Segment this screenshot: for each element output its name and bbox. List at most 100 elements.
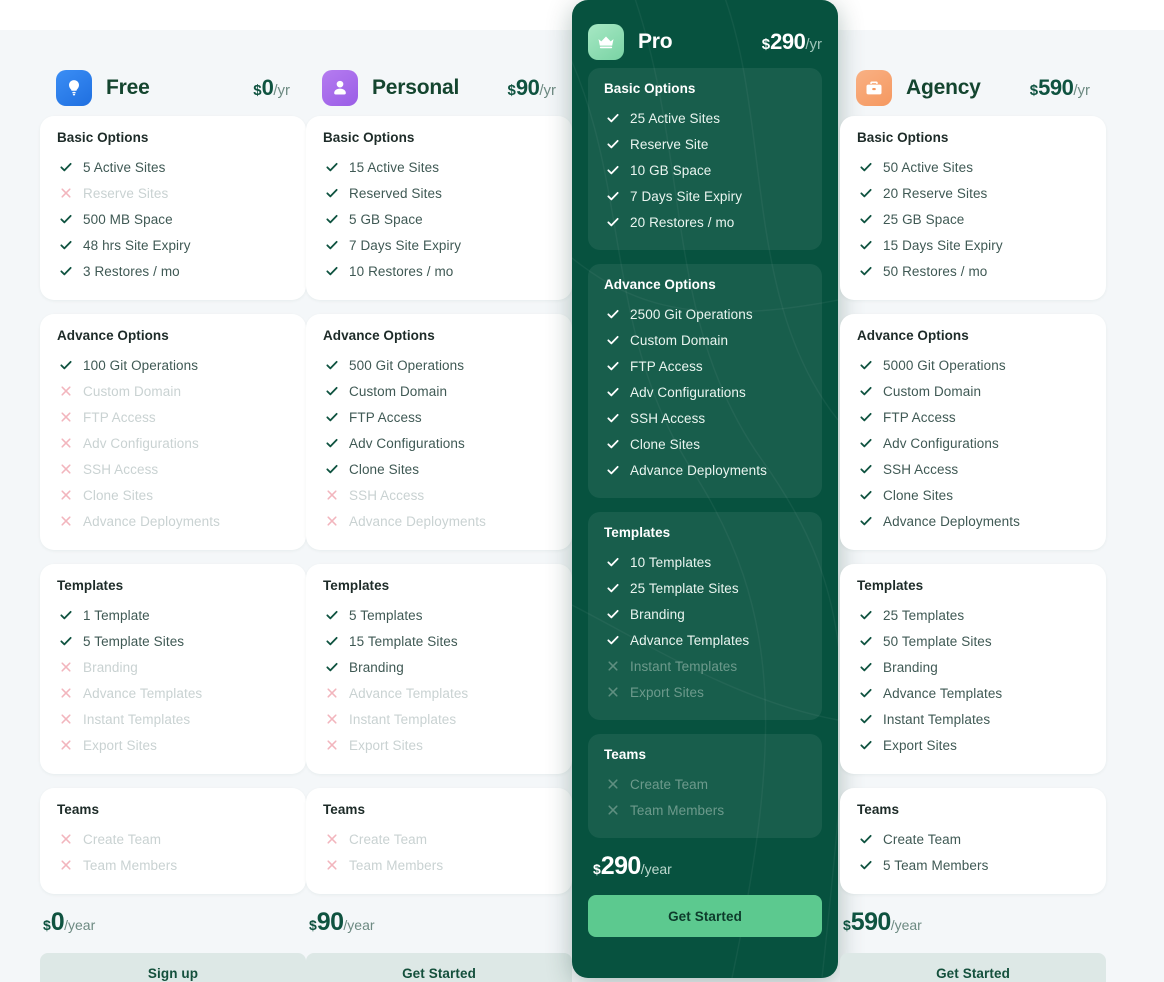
feature-row: Export Sites bbox=[857, 732, 1089, 758]
feature-section: Templates 25 Templates 50 Template Sites Br… bbox=[840, 564, 1106, 774]
plan-price-footer: $590/year bbox=[840, 908, 1106, 937]
user-icon bbox=[322, 70, 358, 106]
price-amount: 590 bbox=[850, 908, 892, 936]
feature-row: 1 Template bbox=[57, 602, 289, 628]
feature-label: Advance Templates bbox=[83, 685, 203, 701]
feature-label: Reserve Site bbox=[630, 136, 709, 152]
feature-row: 10 Templates bbox=[604, 549, 806, 575]
check-icon bbox=[604, 462, 621, 479]
cross-icon bbox=[57, 737, 74, 754]
feature-label: Branding bbox=[83, 659, 138, 675]
cross-icon bbox=[57, 461, 74, 478]
feature-label: 5 Template Sites bbox=[83, 633, 185, 649]
feature-row: FTP Access bbox=[323, 404, 555, 430]
cta-button-free[interactable]: Sign up bbox=[40, 953, 306, 982]
price-period: /year bbox=[890, 917, 922, 933]
check-icon bbox=[857, 211, 874, 228]
feature-label: 10 GB Space bbox=[630, 162, 712, 178]
feature-row: Adv Configurations bbox=[857, 430, 1089, 456]
feature-section: Templates 1 Template 5 Template Sites Brand… bbox=[40, 564, 306, 774]
feature-label: 15 Active Sites bbox=[349, 159, 440, 175]
feature-row: Custom Domain bbox=[857, 378, 1089, 404]
cta-button-pro[interactable]: Get Started bbox=[588, 895, 822, 937]
cross-icon bbox=[323, 737, 340, 754]
feature-label: 1 Template bbox=[83, 607, 150, 623]
check-icon bbox=[323, 263, 340, 280]
feature-section: Teams Create Team Team Members bbox=[588, 734, 822, 838]
cross-icon bbox=[323, 513, 340, 530]
check-icon bbox=[857, 435, 874, 452]
feature-row: Custom Domain bbox=[57, 378, 289, 404]
plan-header: Agency $590/yr bbox=[840, 60, 1106, 116]
feature-label: Instant Templates bbox=[883, 711, 991, 727]
feature-row: Team Members bbox=[57, 852, 289, 878]
feature-row: Branding bbox=[857, 654, 1089, 680]
currency-symbol: $ bbox=[1029, 82, 1039, 99]
plan-card-personal: Personal $90/yr Basic Options 15 Active Sit… bbox=[306, 60, 572, 982]
cross-icon bbox=[57, 409, 74, 426]
feature-row: 25 Active Sites bbox=[604, 105, 806, 131]
cross-icon bbox=[57, 711, 74, 728]
feature-row: Instant Templates bbox=[604, 653, 806, 679]
feature-row: Advance Templates bbox=[57, 680, 289, 706]
plan-name: Personal bbox=[372, 76, 460, 99]
feature-row: SSH Access bbox=[857, 456, 1089, 482]
plan-name: Free bbox=[106, 76, 150, 99]
feature-label: Team Members bbox=[83, 857, 178, 873]
check-icon bbox=[604, 214, 621, 231]
cross-icon bbox=[604, 684, 621, 701]
feature-row: 2500 Git Operations bbox=[604, 301, 806, 327]
feature-label: 5000 Git Operations bbox=[883, 357, 1006, 373]
check-icon bbox=[604, 332, 621, 349]
feature-label: 7 Days Site Expiry bbox=[630, 188, 743, 204]
feature-row: 5 Template Sites bbox=[57, 628, 289, 654]
currency-symbol: $ bbox=[843, 917, 851, 933]
feature-row: 20 Restores / mo bbox=[604, 209, 806, 235]
feature-row: Advance Deployments bbox=[857, 508, 1089, 534]
feature-row: Clone Sites bbox=[323, 456, 555, 482]
check-icon bbox=[604, 358, 621, 375]
feature-row: Branding bbox=[323, 654, 555, 680]
feature-section-title: Basic Options bbox=[323, 130, 415, 145]
feature-label: Team Members bbox=[349, 857, 444, 873]
feature-row: Reserve Sites bbox=[57, 180, 289, 206]
feature-label: 5 Team Members bbox=[883, 857, 989, 873]
feature-row: Branding bbox=[604, 601, 806, 627]
feature-row: SSH Access bbox=[57, 456, 289, 482]
feature-label: FTP Access bbox=[349, 409, 422, 425]
feature-row: 5 Team Members bbox=[857, 852, 1089, 878]
feature-section-title: Templates bbox=[323, 578, 390, 593]
feature-section-title: Templates bbox=[57, 578, 124, 593]
check-icon bbox=[323, 211, 340, 228]
feature-label: SSH Access bbox=[83, 461, 159, 477]
cta-button-personal[interactable]: Get Started bbox=[306, 953, 572, 982]
feature-label: 10 Templates bbox=[630, 554, 712, 570]
feature-row: Clone Sites bbox=[57, 482, 289, 508]
cross-icon bbox=[57, 435, 74, 452]
feature-label: Advance Templates bbox=[349, 685, 469, 701]
feature-row: 50 Active Sites bbox=[857, 154, 1089, 180]
currency-symbol: $ bbox=[309, 917, 317, 933]
check-icon bbox=[604, 606, 621, 623]
feature-row: Instant Templates bbox=[857, 706, 1089, 732]
pricing-page: Free $0/yr Basic Options 5 Active Sites Rese… bbox=[0, 0, 1164, 982]
feature-label: 25 Template Sites bbox=[630, 580, 739, 596]
feature-row: Team Members bbox=[604, 797, 806, 823]
feature-label: 3 Restores / mo bbox=[83, 263, 180, 279]
price-period: /yr bbox=[539, 82, 556, 99]
cross-icon bbox=[57, 383, 74, 400]
check-icon bbox=[323, 461, 340, 478]
price-amount: 290 bbox=[600, 852, 642, 880]
cross-icon bbox=[604, 776, 621, 793]
feature-label: 25 Templates bbox=[883, 607, 965, 623]
feature-row: 5 GB Space bbox=[323, 206, 555, 232]
feature-section: Basic Options 25 Active Sites Reserve Site… bbox=[588, 68, 822, 250]
cta-button-agency[interactable]: Get Started bbox=[840, 953, 1106, 982]
check-icon bbox=[857, 857, 874, 874]
check-icon bbox=[857, 487, 874, 504]
feature-section: Teams Create Team Team Members bbox=[306, 788, 572, 894]
check-icon bbox=[604, 306, 621, 323]
cross-icon bbox=[323, 487, 340, 504]
currency-symbol: $ bbox=[43, 917, 51, 933]
feature-row: 25 GB Space bbox=[857, 206, 1089, 232]
